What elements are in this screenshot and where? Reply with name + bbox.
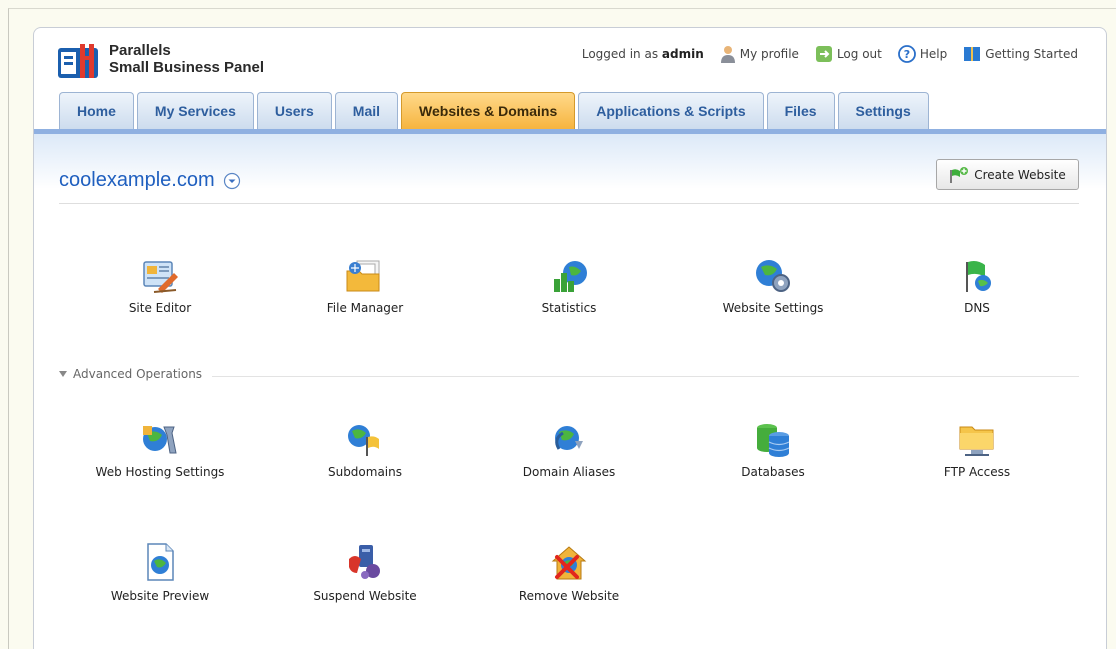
suspend-website-label: Suspend Website — [313, 589, 417, 603]
suspend-website-tool[interactable]: Suspend Website — [275, 543, 455, 603]
remove-website-tool[interactable]: Remove Website — [479, 543, 659, 603]
web-hosting-settings-tool[interactable]: Web Hosting Settings — [70, 423, 250, 479]
domain-aliases-icon — [555, 426, 583, 450]
subdomains-label: Subdomains — [327, 465, 403, 479]
site-editor-icon — [143, 261, 178, 293]
subdomains-icon — [348, 425, 379, 456]
main-tabs: Home My Services Users Mail Websites & D… — [59, 91, 932, 129]
statistics-label: Statistics — [541, 301, 597, 315]
create-website-label: Create Website — [974, 167, 1066, 182]
log-out-label: Log out — [836, 47, 882, 61]
statistics-tool[interactable]: Statistics — [479, 259, 659, 315]
chevron-down-icon — [223, 172, 240, 189]
tab-websites-domains[interactable]: Websites & Domains — [401, 92, 576, 129]
tab-label: Applications & Scripts — [596, 103, 746, 119]
remove-website-icon — [551, 546, 587, 580]
tab-label: Home — [77, 103, 116, 119]
log-out-link[interactable]: Log out — [815, 45, 882, 63]
website-preview-icon — [147, 543, 174, 581]
domain-name: coolexample.com — [59, 169, 215, 191]
tab-mail[interactable]: Mail — [334, 92, 399, 129]
site-editor-label: Site Editor — [128, 301, 192, 315]
svg-text:?: ? — [904, 48, 910, 61]
my-profile-link[interactable]: My profile — [720, 45, 799, 63]
main-panel: Parallels Small Business Panel Logged in… — [33, 27, 1107, 649]
parallels-logo-icon — [58, 44, 98, 78]
site-editor-tool[interactable]: Site Editor — [70, 259, 250, 315]
ftp-access-label: FTP Access — [943, 465, 1011, 479]
tab-label: Users — [274, 103, 314, 119]
brand-line2: Small Business Panel — [109, 59, 265, 76]
website-settings-icon — [756, 260, 790, 292]
dns-icon — [966, 261, 991, 292]
triangle-down-icon — [59, 371, 67, 377]
tab-label: Mail — [352, 103, 381, 119]
databases-tool[interactable]: Databases — [683, 423, 863, 479]
website-preview-tool[interactable]: Website Preview — [70, 543, 250, 603]
tab-label: Websites & Domains — [419, 103, 558, 119]
brand-line1: Parallels — [109, 42, 171, 59]
subdomains-tool[interactable]: Subdomains — [275, 423, 455, 479]
advanced-operations-toggle[interactable]: Advanced Operations — [59, 367, 202, 381]
file-manager-icon — [346, 260, 380, 292]
help-link[interactable]: ? Help — [897, 45, 948, 63]
web-hosting-settings-icon — [143, 426, 177, 454]
databases-icon — [757, 424, 790, 457]
tab-label: Settings — [855, 103, 911, 119]
advanced-operations-title: Advanced Operations — [73, 367, 203, 381]
tab-settings[interactable]: Settings — [837, 92, 929, 129]
create-website-button[interactable]: Create Website — [936, 159, 1079, 190]
file-manager-tool[interactable]: File Manager — [275, 259, 455, 315]
log-out-icon — [815, 46, 832, 62]
tab-applications-scripts[interactable]: Applications & Scripts — [578, 92, 764, 129]
ftp-access-icon — [959, 426, 994, 456]
help-icon: ? — [897, 45, 916, 63]
domain-aliases-tool[interactable]: Domain Aliases — [479, 423, 659, 479]
website-settings-tool[interactable]: Website Settings — [683, 259, 863, 315]
dns-label: DNS — [964, 301, 990, 315]
website-settings-label: Website Settings — [722, 301, 824, 315]
databases-label: Databases — [741, 465, 805, 479]
getting-started-link[interactable]: Getting Started — [963, 45, 1078, 63]
my-profile-label: My profile — [739, 47, 799, 61]
remove-website-label: Remove Website — [518, 589, 620, 603]
add-flag-icon — [950, 166, 969, 183]
logged-in-user: admin — [661, 47, 704, 61]
user-profile-icon — [720, 46, 735, 63]
file-manager-label: File Manager — [326, 301, 404, 315]
web-hosting-settings-label: Web Hosting Settings — [95, 465, 225, 479]
getting-started-label: Getting Started — [985, 47, 1078, 61]
domain-selector[interactable]: coolexample.com — [59, 169, 241, 192]
tab-label: Files — [784, 103, 817, 119]
dns-tool[interactable]: DNS — [887, 259, 1067, 315]
tab-users[interactable]: Users — [256, 92, 332, 129]
tab-home[interactable]: Home — [59, 92, 134, 129]
top-bar: Logged in as admin My profile Log out ? … — [582, 44, 1078, 64]
tab-my-services[interactable]: My Services — [136, 92, 254, 129]
suspend-website-icon — [349, 545, 380, 579]
tab-label: My Services — [154, 103, 236, 119]
domain-aliases-label: Domain Aliases — [522, 465, 616, 479]
help-label: Help — [919, 47, 948, 61]
divider — [59, 203, 1079, 204]
website-preview-label: Website Preview — [110, 589, 210, 603]
brand-name: Parallels Small Business Panel — [109, 42, 264, 76]
divider — [212, 376, 1079, 377]
statistics-icon — [554, 261, 587, 292]
logged-in-status: Logged in as admin — [582, 47, 704, 61]
tab-files[interactable]: Files — [766, 92, 835, 129]
ftp-access-tool[interactable]: FTP Access — [887, 423, 1067, 479]
book-icon — [964, 47, 981, 61]
logged-in-prefix: Logged in as — [581, 47, 659, 61]
